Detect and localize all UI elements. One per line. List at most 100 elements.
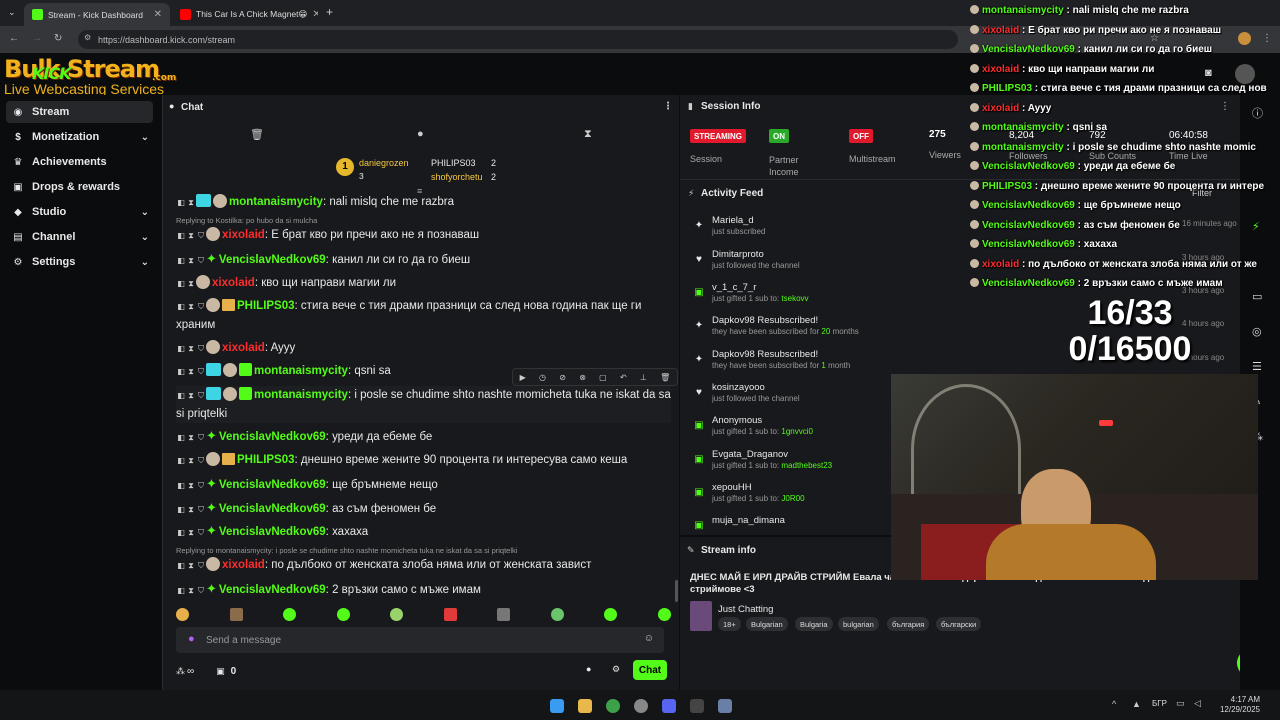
sidebar-item-stream[interactable]: ◉ Stream	[6, 101, 153, 123]
activity-name[interactable]: Anonymous	[712, 415, 762, 426]
chat-message[interactable]: ◧ ⧗ ⛉ xixolaid: по дълбоко от женската злоб…	[176, 556, 671, 575]
chat-message[interactable]: ◧ ⧗ ⛉ ✦ VencislavNedkov69: уреди да ебеме бе	[176, 427, 671, 447]
chat-mode-icon[interactable]: ●	[417, 128, 424, 140]
volume-icon[interactable]: ◁	[1194, 698, 1201, 709]
sidebar-item-achievements[interactable]: ♛ Achievements	[6, 151, 153, 173]
slow-mode-icon[interactable]: ⧗	[584, 128, 592, 141]
chat-message[interactable]: ◧ ⧗ ⛉ PHILIPS03: стига вече с тия драми пра…	[176, 297, 671, 334]
chat-message[interactable]: ◧ ⧗ ⛉ ✦ VencislavNedkov69: 2 връзки само с м…	[176, 580, 671, 600]
chat-scrollbar[interactable]	[675, 580, 678, 602]
site-info-icon[interactable]: ⚙	[84, 33, 91, 42]
chat-username[interactable]: montanaismycity	[254, 389, 348, 401]
chat-username[interactable]: VencislavNedkov69	[219, 526, 326, 538]
emoji-icon[interactable]: ☺	[644, 633, 654, 644]
chat-message[interactable]: ◧ ⧗ ⛉ montanaismycity: i posle se chudime s…	[176, 386, 671, 423]
activity-name[interactable]: Dimitarproto	[712, 249, 764, 260]
pin-icon[interactable]: ⊥	[640, 373, 647, 382]
emote[interactable]	[176, 608, 189, 621]
chat-message[interactable]: ◧ ⧗ montanaismycity: nali mislq che me raz…	[176, 193, 671, 212]
sidebar-item-channel[interactable]: ▤ Channel ⌄	[6, 226, 153, 248]
emote[interactable]	[550, 608, 564, 621]
activity-name[interactable]: muja_na_dimana	[712, 515, 785, 526]
chat-message[interactable]: ◧ ⧗ ⛉ PHILIPS03: днешно време жените 90 про…	[176, 451, 671, 470]
reload-icon[interactable]: ↻	[54, 33, 62, 44]
activity-name[interactable]: Evgata_Draganov	[712, 449, 788, 460]
obs-icon[interactable]	[634, 699, 648, 713]
chat-message[interactable]: ◧ ⧗ xixolaid: кво щи направи магии ли	[176, 274, 671, 293]
trash-icon[interactable]: 🗑	[250, 128, 264, 141]
chat-message[interactable]: ◧ ⧗ ⛉ ✦ VencislavNedkov69: хахаха	[176, 522, 671, 542]
new-tab-icon[interactable]: +	[326, 5, 333, 19]
chat-username[interactable]: VencislavNedkov69	[219, 254, 326, 266]
emote[interactable]	[497, 608, 511, 621]
emote[interactable]	[443, 608, 457, 621]
category-name[interactable]: Just Chatting	[718, 604, 773, 615]
chat-username[interactable]: VencislavNedkov69	[219, 479, 326, 491]
chat-message[interactable]: ◧ ⧗ ⛉ xixolaid: Е брат кво ри пречи ако не …	[176, 226, 671, 245]
chat-username[interactable]: xixolaid	[222, 342, 265, 354]
network-icon[interactable]: ▭	[1176, 698, 1185, 709]
people-icon[interactable]: ⁂	[176, 666, 185, 677]
timeout-icon[interactable]: ◷	[539, 373, 546, 382]
reply-context[interactable]: Replying to Kostilka: po hubo da si mulc…	[176, 216, 317, 225]
forward-icon[interactable]: →	[32, 33, 42, 44]
chat-send-button[interactable]: Chat	[633, 660, 667, 680]
chat-message[interactable]: ◧ ⧗ ⛉ ✦ VencislavNedkov69: канил ли си го да…	[176, 250, 671, 270]
settings-icon[interactable]	[718, 699, 732, 713]
delete-icon[interactable]: 🗑	[660, 373, 670, 382]
chat-message[interactable]: ◧ ⧗ ⛉ ✦ VencislavNedkov69: аз съм феномен бе	[176, 499, 671, 519]
emote[interactable]	[229, 608, 243, 621]
system-clock[interactable]: 4:17 AM 12/29/2025	[1220, 695, 1260, 715]
chat-username[interactable]: VencislavNedkov69	[219, 584, 326, 596]
chat-message[interactable]: ◧ ⧗ ⛉ ✦ VencislavNedkov69: ще бръмнеме нещо	[176, 475, 671, 495]
activity-name[interactable]: xepouHH	[712, 482, 752, 493]
sidebar-item-settings[interactable]: ⚙ Settings ⌄	[6, 251, 153, 273]
chat-username[interactable]: montanaismycity	[229, 196, 323, 208]
gear-icon[interactable]: ⚙	[612, 664, 620, 675]
hide-icon[interactable]: ⊘	[559, 373, 566, 382]
tray-icon[interactable]: ▲	[1132, 699, 1141, 709]
close-tab-icon[interactable]: ✕	[154, 9, 162, 20]
emote[interactable]	[604, 608, 618, 621]
chrome-icon[interactable]	[606, 699, 620, 713]
tab-list-icon[interactable]: ⌄	[8, 7, 16, 18]
emote[interactable]	[657, 608, 671, 621]
chat-username[interactable]: VencislavNedkov69	[219, 503, 326, 515]
file-explorer-icon[interactable]	[578, 699, 592, 713]
language-indicator[interactable]: БГР	[1152, 699, 1167, 708]
back-icon[interactable]: ←	[9, 33, 19, 44]
chat-username[interactable]: xixolaid	[212, 277, 255, 289]
activity-name[interactable]: kosinzayooo	[712, 382, 765, 393]
gift-icon[interactable]: ▣	[216, 666, 225, 677]
chat-username[interactable]: montanaismycity	[254, 365, 348, 377]
activity-name[interactable]: Dapkov98 Resubscribed!	[712, 315, 818, 326]
play-icon[interactable]: ▶	[520, 373, 526, 382]
chat-icon[interactable]: ▭	[1252, 290, 1262, 303]
chat-username[interactable]: xixolaid	[222, 229, 265, 241]
activity-name[interactable]: Dapkov98 Resubscribed!	[712, 349, 818, 360]
chat-settings-bubble-icon[interactable]: ●	[586, 664, 591, 674]
tab-kick-dashboard[interactable]: Stream - Kick Dashboard ✕	[24, 3, 170, 26]
emote[interactable]	[283, 608, 297, 621]
close-tab-icon[interactable]: ✕	[312, 9, 318, 20]
chat-username[interactable]: PHILIPS03	[237, 300, 295, 312]
ban-icon[interactable]: ⊗	[579, 373, 586, 382]
microphone-icon[interactable]: ●	[188, 633, 195, 645]
broadcast-icon[interactable]: ◎	[1252, 325, 1262, 338]
windows-start-icon[interactable]	[550, 699, 564, 713]
discord-icon[interactable]	[662, 699, 676, 713]
emote[interactable]	[336, 608, 350, 621]
layers-icon[interactable]: ☰	[1252, 360, 1262, 373]
sidebar-item-drops[interactable]: ▣ Drops & rewards	[6, 176, 153, 198]
message-input[interactable]: ● Send a message ☺	[176, 627, 664, 653]
url-field[interactable]: ⚙ https://dashboard.kick.com/stream	[78, 30, 958, 49]
activity-name[interactable]: v_1_c_7_r	[712, 282, 756, 293]
reply-icon[interactable]: ↶	[620, 373, 627, 382]
reply-context[interactable]: Replying to montanaismycity: i posle se …	[176, 546, 517, 555]
chat-menu-icon[interactable]: ⋮	[663, 101, 673, 112]
emote[interactable]	[390, 608, 404, 621]
copy-icon[interactable]: ▢	[599, 373, 607, 382]
tray-chevron-icon[interactable]: ^	[1112, 699, 1116, 709]
chat-message[interactable]: ◧ ⧗ ⛉ xixolaid: Ayyy	[176, 339, 671, 358]
terminal-icon[interactable]	[690, 699, 704, 713]
